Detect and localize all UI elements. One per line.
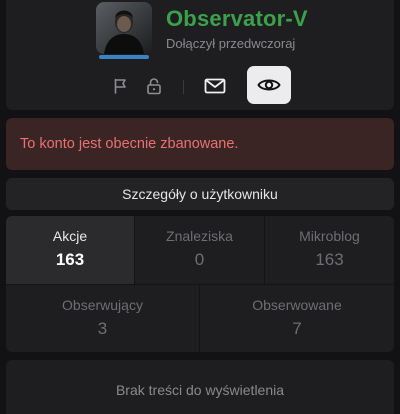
profile-page: Observator-V Dołączył przedwczoraj To ko… <box>0 0 400 414</box>
stat-value: 3 <box>97 319 108 338</box>
report-button[interactable] <box>104 69 138 103</box>
stats-divider <box>6 284 394 285</box>
stat-tab-followers[interactable]: Obserwujący 3 <box>6 285 199 352</box>
actions-separator <box>183 80 184 94</box>
stat-tab-following[interactable]: Obserwowane 7 <box>200 285 394 352</box>
avatar-container[interactable] <box>96 2 152 60</box>
block-button[interactable] <box>137 69 171 103</box>
stat-tab-actions[interactable]: Akcje 163 <box>6 216 134 284</box>
observe-button[interactable] <box>247 66 291 104</box>
user-details-button[interactable]: Szczegóły o użytkowniku <box>6 178 394 210</box>
stat-tab-links[interactable]: Znaleziska 0 <box>135 216 264 284</box>
stat-label: Obserwowane <box>252 297 342 313</box>
avatar[interactable] <box>96 2 152 54</box>
stat-value: 163 <box>55 250 85 269</box>
ban-alert-text: To konto jest obecnie zbanowane. <box>20 136 239 152</box>
stats-divider <box>199 285 200 352</box>
joined-date: Dołączył przedwczoraj <box>166 36 296 51</box>
flag-icon <box>114 78 126 94</box>
profile-header: Observator-V Dołączył przedwczoraj <box>6 0 394 110</box>
stat-value: 0 <box>194 250 205 269</box>
empty-content-panel: Brak treści do wyświetlenia <box>6 360 394 414</box>
message-button[interactable] <box>198 69 232 103</box>
ban-alert: To konto jest obecnie zbanowane. <box>6 118 394 170</box>
avatar-status-bar <box>99 55 149 59</box>
stats-divider <box>264 216 265 284</box>
stat-value: 7 <box>292 319 302 338</box>
stat-value: 163 <box>315 250 344 269</box>
stat-label: Mikroblog <box>299 228 360 244</box>
stat-label: Akcje <box>52 228 88 244</box>
stat-tab-microblog[interactable]: Mikroblog 163 <box>265 216 394 284</box>
mail-icon <box>204 78 226 94</box>
stats-divider <box>134 216 135 284</box>
lock-icon <box>147 78 161 95</box>
avatar-image <box>96 2 152 54</box>
empty-content-text: Brak treści do wyświetlenia <box>115 382 285 398</box>
stat-label: Obserwujący <box>62 297 143 313</box>
profile-actions <box>6 66 394 106</box>
stat-label: Znaleziska <box>166 228 233 244</box>
user-stats: Akcje 163 Znaleziska 0 Mikroblog 163 Obs… <box>6 216 394 352</box>
username[interactable]: Observator-V <box>166 6 308 32</box>
eye-icon <box>257 79 281 91</box>
